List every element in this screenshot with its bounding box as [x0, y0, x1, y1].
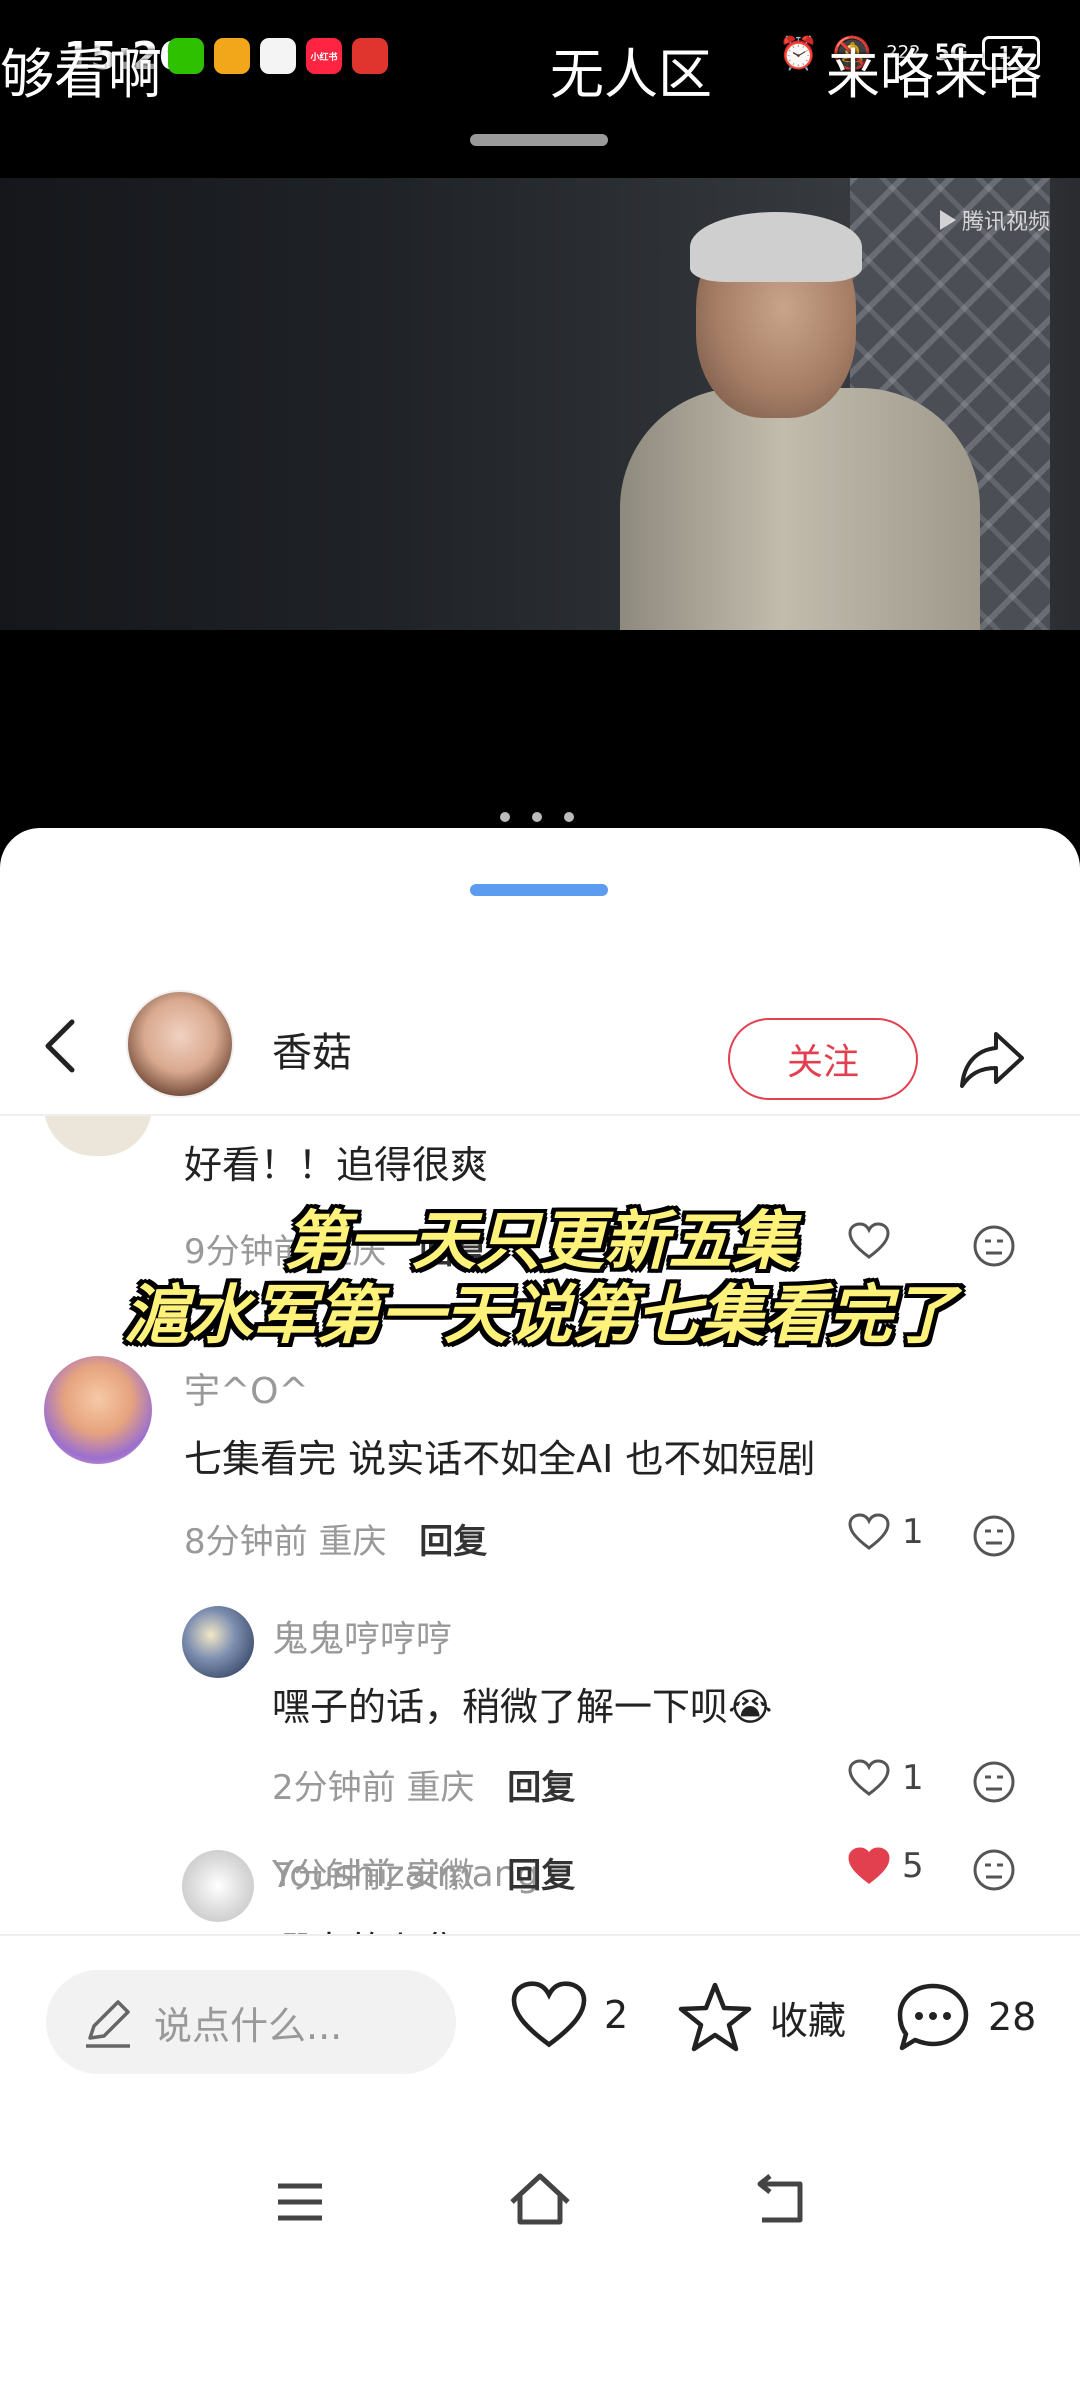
- like-button[interactable]: 1: [848, 1512, 924, 1552]
- reply-text: 嘿子的话，稍微了解一下呗😭: [272, 1685, 773, 1729]
- back-icon[interactable]: [38, 1016, 88, 1076]
- menu-icon[interactable]: [260, 2162, 340, 2242]
- comment-list[interactable]: 好看！！追得很爽 9分钟前 重庆 回复 宇^O^ 七集看完 说实话不如全AI 也…: [0, 1116, 1080, 1934]
- commenter-name[interactable]: 宇^O^: [184, 1362, 309, 1414]
- alarm-icon: ⏰: [778, 34, 819, 72]
- pencil-icon: [86, 2000, 130, 2048]
- danmaku-comment: 来咯来咯: [826, 43, 1042, 106]
- like-count: 1: [902, 1758, 924, 1798]
- reply-button[interactable]: 回复: [507, 1768, 575, 1808]
- video-character: [620, 212, 990, 630]
- tencent-video-icon: [939, 210, 956, 230]
- comment-time: 8分钟前: [184, 1522, 308, 1562]
- reply-location: 重庆: [406, 1768, 475, 1808]
- like-count: 5: [902, 1846, 924, 1886]
- system-nav-bar: [0, 2104, 1080, 2400]
- heart-icon: [511, 1981, 587, 2048]
- commenter-avatar[interactable]: [44, 1356, 152, 1464]
- dislike-face-icon[interactable]: [972, 1514, 1016, 1558]
- video-area: 15:26 小红书 ⏰ 🔕 222 5G 17 够看啊 无人区 来咯来咯 腾讯视…: [0, 0, 1080, 810]
- reply-meta: 7分钟前 安徽 回复: [272, 1848, 575, 1897]
- follow-button[interactable]: 关注: [728, 1018, 918, 1100]
- star-icon: [678, 1982, 752, 2052]
- danmaku-comment: 够看啊: [0, 43, 162, 106]
- video-drag-handle[interactable]: [470, 134, 608, 146]
- dislike-face-icon[interactable]: [972, 1848, 1016, 1892]
- replier-avatar[interactable]: [182, 1606, 254, 1678]
- comment-count: 28: [988, 1995, 1037, 2039]
- wechat-icon: [168, 38, 204, 74]
- game-app-icon: [352, 38, 388, 74]
- heart-icon: [848, 1759, 890, 1796]
- comment-button[interactable]: 28: [894, 1980, 1036, 2054]
- home-icon[interactable]: [500, 2162, 580, 2242]
- replier-name[interactable]: 鬼鬼哼哼哼: [272, 1610, 452, 1662]
- interaction-bar: 说点什么... 2 收藏 28: [0, 1934, 1080, 2104]
- comment-sheet: 香菇 关注 好看！！追得很爽 9分钟前 重庆 回复 宇^O^ 七集看完 说实话不…: [0, 828, 1080, 2400]
- reply-button[interactable]: 回复: [419, 1522, 487, 1562]
- heart-icon: [848, 1513, 890, 1550]
- comment-item: 宇^O^ 七集看完 说实话不如全AI 也不如短剧 8分钟前 重庆 回复 1: [0, 1356, 1080, 1596]
- notification-app-icons: 小红书: [168, 38, 388, 74]
- post-like-count: 2: [604, 1993, 629, 2037]
- like-post-button[interactable]: 2: [510, 1980, 628, 2050]
- comment-input[interactable]: 说点什么...: [46, 1970, 456, 2074]
- reply-time: 7分钟前: [272, 1856, 396, 1896]
- avatar-app-icon: [260, 38, 296, 74]
- post-header: 香菇 关注: [0, 968, 1080, 1118]
- comment-bubble-icon: [897, 1983, 969, 2051]
- comment-input-placeholder: 说点什么...: [154, 2003, 343, 2048]
- danmaku-comment: 无人区: [550, 43, 712, 106]
- comment-location: 重庆: [318, 1522, 387, 1562]
- more-dots-icon[interactable]: [500, 812, 574, 822]
- comment-text: 好看！！追得很爽: [184, 1143, 489, 1187]
- weibo-icon: [214, 38, 250, 74]
- comment-meta: 8分钟前 重庆 回复: [184, 1514, 487, 1563]
- sheet-drag-handle[interactable]: [470, 884, 608, 896]
- video-player[interactable]: 腾讯视频: [0, 178, 1080, 630]
- collect-button[interactable]: 收藏: [676, 1980, 846, 2054]
- comment-text: 七集看完 说实话不如全AI 也不如短剧: [184, 1437, 816, 1481]
- reply-location: 安徽: [406, 1856, 475, 1896]
- commenter-avatar[interactable]: [44, 1116, 152, 1156]
- share-icon[interactable]: [956, 1024, 1028, 1096]
- reply-item: 鬼鬼哼哼哼 嘿子的话，稍微了解一下呗😭 2分钟前 重庆 回复 1: [0, 1600, 1080, 1830]
- back-nav-icon[interactable]: [740, 2162, 820, 2242]
- reply-meta: 2分钟前 重庆 回复: [272, 1760, 575, 1809]
- watermark-text: 腾讯视频: [961, 210, 1050, 235]
- author-avatar[interactable]: [126, 990, 234, 1098]
- video-watermark: 腾讯视频: [939, 204, 1050, 236]
- dislike-face-icon[interactable]: [972, 1760, 1016, 1804]
- reply-meta-row: 7分钟前 安徽 回复 5: [0, 1828, 1080, 1928]
- reply-time: 2分钟前: [272, 1768, 396, 1808]
- like-button[interactable]: 5: [848, 1846, 924, 1886]
- heart-filled-icon: [848, 1847, 890, 1884]
- overlay-caption-line: 滬水军第一天说第七集看完了: [124, 1279, 956, 1353]
- xiaohongshu-icon: 小红书: [306, 38, 342, 74]
- like-button[interactable]: 1: [848, 1758, 924, 1798]
- like-count: 1: [902, 1512, 924, 1552]
- reply-button[interactable]: 回复: [507, 1856, 575, 1896]
- collect-label: 收藏: [770, 1998, 847, 2043]
- author-name[interactable]: 香菇: [272, 1020, 352, 1078]
